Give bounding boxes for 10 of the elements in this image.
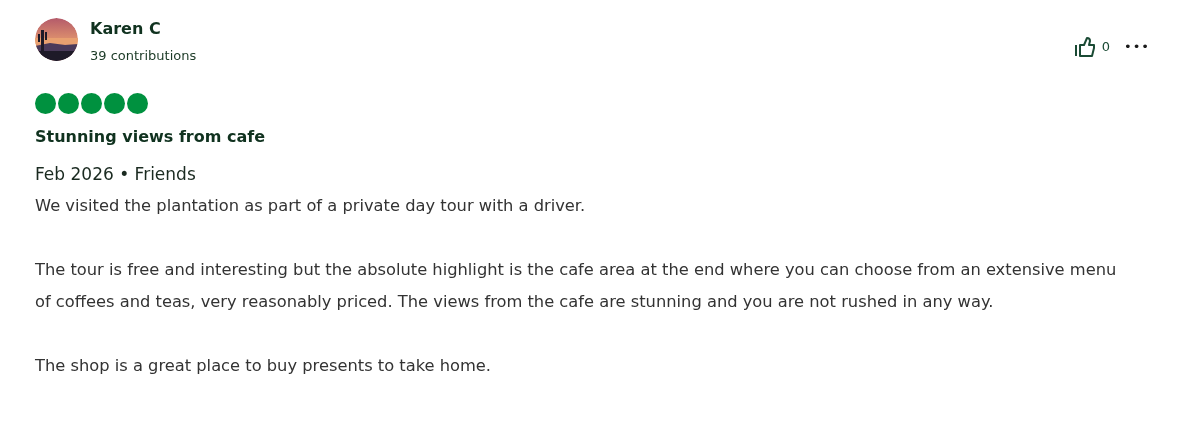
thumbs-up-icon[interactable]	[1073, 36, 1098, 58]
more-options-button[interactable]: •••	[1124, 37, 1150, 57]
helpful-count: 0	[1101, 38, 1110, 57]
review-date: Feb 2026 • Friends	[35, 163, 197, 186]
contributions-count: 39 contributions	[90, 47, 197, 65]
review-paragraph: The tour is free and interesting but the absolute highlight is the cafe area at the end where you can choose from an extensive menu of coffees and teas, very reasonably priced. The views from the cafe are stunning and you are not rushed in any way.	[35, 259, 1118, 313]
review-paragraph: We visited the plantation as part of a private day tour with a driver.	[35, 195, 587, 217]
review-title: Stunning views from cafe	[35, 126, 267, 148]
review-paragraph: The shop is a great place to buy presents to take home.	[35, 355, 493, 377]
author-name[interactable]: Karen C	[90, 19, 197, 39]
